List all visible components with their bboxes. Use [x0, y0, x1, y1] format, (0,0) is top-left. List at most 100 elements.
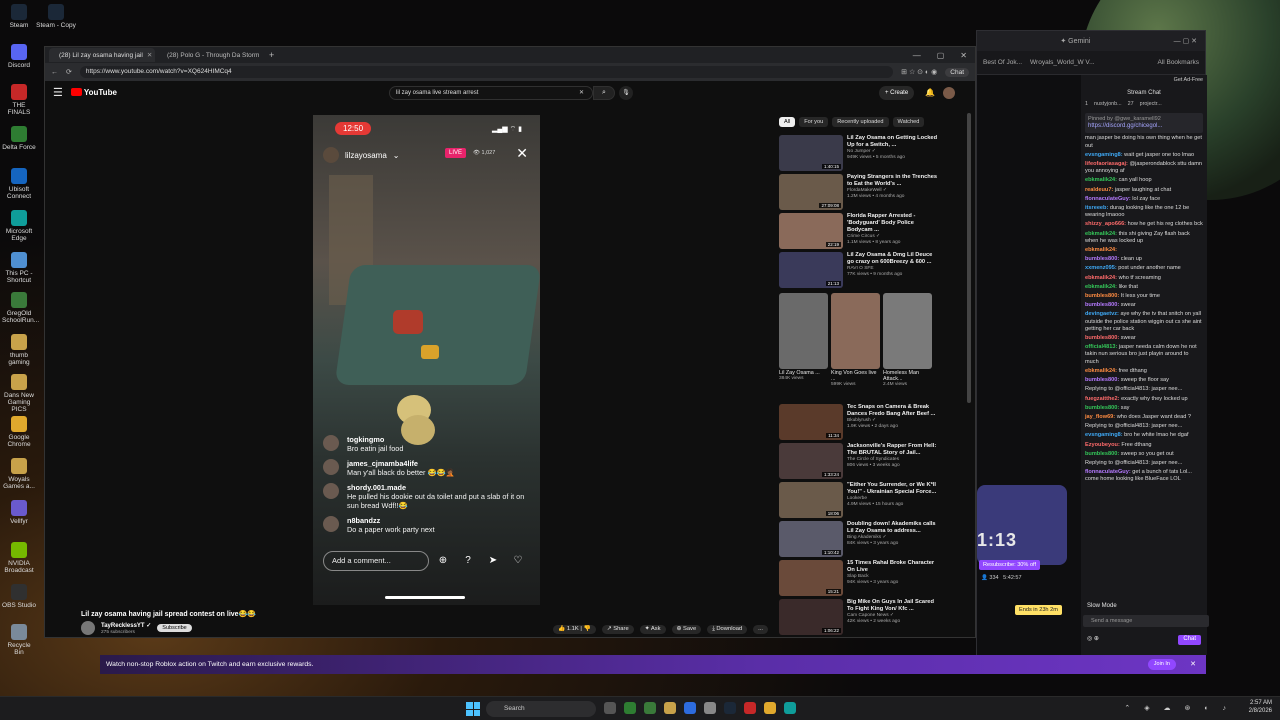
- desktop-icon[interactable]: Google Chrome: [2, 416, 36, 448]
- bookmark-1[interactable]: Best Of Jok...: [983, 59, 1022, 66]
- clear-search-icon[interactable]: ✕: [579, 87, 584, 99]
- desktop-icon[interactable]: NVIDIA Broadcast: [2, 542, 36, 574]
- close-icon[interactable]: ✕: [516, 145, 528, 162]
- download-button[interactable]: ⤓ Download: [707, 625, 748, 634]
- window-controls[interactable]: — ▢ ✕: [913, 51, 975, 60]
- steam-icon[interactable]: [724, 702, 736, 714]
- avatar[interactable]: [943, 87, 955, 99]
- video-thumbnail[interactable]: 1:40:15: [779, 135, 843, 171]
- chat-username[interactable]: jay_flow69:: [1085, 414, 1117, 420]
- chat-username[interactable]: ebkmalik24:: [1085, 247, 1117, 253]
- recommended-video[interactable]: 15:21 15 Times Rahal Broke Character On L…: [779, 560, 939, 596]
- back-icon[interactable]: ←: [51, 69, 58, 76]
- chip-for-you[interactable]: For you: [799, 117, 829, 127]
- taskbar-search[interactable]: Search: [486, 701, 596, 717]
- video-player[interactable]: 12:50 ▂▄▆ ⌔ ▮ lilzayosama ⌄ LIVE 👁 1,027 …: [313, 115, 540, 605]
- search-button[interactable]: ⌕: [593, 86, 615, 100]
- video-title[interactable]: Tec Snaps on Camera & Break Dances Fredo…: [847, 404, 939, 418]
- bell-icon[interactable]: 🔔: [925, 88, 935, 97]
- chat-username[interactable]: bumbles800:: [1085, 256, 1121, 262]
- video-title[interactable]: Florida Rapper Arrested - 'Bodyguard' Bo…: [847, 213, 939, 234]
- scrollbar[interactable]: [967, 113, 971, 403]
- search-input[interactable]: lil zay osama live stream arrest ✕: [389, 86, 593, 100]
- chat-username[interactable]: bumbles800:: [1085, 405, 1121, 411]
- video-thumbnail[interactable]: 11:34: [779, 404, 843, 440]
- clock[interactable]: 2:57 AM 2/8/2026: [1249, 699, 1272, 715]
- gemini-button[interactable]: ✦ Gemini: [1060, 37, 1090, 45]
- video-thumbnail[interactable]: 18:06: [779, 482, 843, 518]
- ask-button[interactable]: ✦ Ask: [639, 625, 666, 634]
- video-thumbnail[interactable]: 22:19: [779, 213, 843, 249]
- twitch-video[interactable]: 1:13 Resubscribe: 30% off 👤 334 5:42:57 …: [977, 75, 1081, 655]
- send-icon[interactable]: ➤: [486, 554, 500, 568]
- channel-name[interactable]: TayRecklessYT ✓: [101, 622, 151, 629]
- desktop-icon[interactable]: Woyals Games a...: [2, 458, 36, 490]
- video-title[interactable]: Paying Strangers in the Trenches to Eat …: [847, 174, 939, 188]
- desktop-icon[interactable]: This PC - Shortcut: [2, 252, 36, 284]
- close-icon[interactable]: ✕: [147, 51, 152, 59]
- points-icon[interactable]: ◎ ⊕: [1087, 636, 1099, 643]
- create-button[interactable]: + Create: [879, 86, 915, 100]
- youtube-logo[interactable]: YouTube: [70, 88, 117, 97]
- short-info[interactable]: King Von Goes live ... 599K views: [831, 370, 880, 387]
- desktop-icon[interactable]: Discord: [2, 44, 36, 69]
- recommended-video[interactable]: 22:19 Florida Rapper Arrested - 'Bodyguar…: [779, 213, 939, 249]
- recommended-video[interactable]: 21:13 Lil Zay Osama & Dmg Lil Deuce go cr…: [779, 252, 939, 288]
- video-thumbnail[interactable]: 15:21: [779, 560, 843, 596]
- video-thumbnail[interactable]: 1:10:42: [779, 521, 843, 557]
- browser-window[interactable]: (28) Lil zay osama having jail ✕ (28) Pol…: [44, 46, 976, 638]
- chat-username[interactable]: xxmenz095:: [1085, 265, 1118, 271]
- media-icon[interactable]: [624, 702, 636, 714]
- new-tab-button[interactable]: +: [269, 50, 274, 60]
- subscribe-button[interactable]: Subscribe: [157, 624, 192, 632]
- video-thumbnail[interactable]: 1:06:22: [779, 599, 843, 635]
- chat-username[interactable]: fuegzaitthe2:: [1085, 396, 1121, 402]
- desktop-icon[interactable]: OBS Studio: [2, 584, 36, 609]
- chat-username[interactable]: ebkmalik24:: [1085, 275, 1119, 281]
- chat-username[interactable]: flonnaculateGuy:: [1085, 196, 1132, 202]
- chat-username[interactable]: bumbles800:: [1085, 451, 1121, 457]
- chat-username[interactable]: ebkmalik24:: [1085, 231, 1119, 237]
- reload-icon[interactable]: ⟳: [66, 68, 72, 76]
- desktop-icon[interactable]: Vellfyr: [2, 500, 36, 525]
- recommended-video[interactable]: 18:06 "Either You Surrender, or We K*ll Y…: [779, 482, 939, 518]
- desktop-icon-steam-copy[interactable]: Steam - Copy: [36, 4, 76, 29]
- url-field[interactable]: https://www.youtube.com/watch?v=XQ624HIM…: [79, 66, 894, 78]
- twitch-window[interactable]: ✦ Gemini — ▢ ✕ Best Of Jok... Wroyals_Wo…: [976, 30, 1209, 655]
- video-title[interactable]: Doubling down! Akademiks calls Lil Zay O…: [847, 521, 939, 535]
- chip-all[interactable]: All: [779, 117, 796, 127]
- save-button[interactable]: ⊕ Save: [671, 625, 702, 634]
- chat-username[interactable]: flonnaculateGuy:: [1085, 469, 1132, 475]
- desktop-icon[interactable]: Microsoft Edge: [2, 210, 36, 242]
- chat-username[interactable]: ebkmalik24:: [1085, 177, 1119, 183]
- tab-active[interactable]: (28) Lil zay osama having jail ✕: [49, 48, 155, 62]
- browser-chat-button[interactable]: Chat: [945, 67, 969, 77]
- chat-username[interactable]: lifeofaoriasagaj:: [1085, 161, 1129, 167]
- video-title[interactable]: "Either You Surrender, or We K*ll You!" …: [847, 482, 939, 496]
- chip-watched[interactable]: Watched: [892, 117, 925, 127]
- mic-icon[interactable]: 🎙: [619, 86, 633, 100]
- chat-username[interactable]: shizzy_apo666:: [1085, 221, 1128, 227]
- short-info[interactable]: Homeless Man Attack... 2.4M views: [883, 370, 932, 387]
- chat-username[interactable]: ebkmalik24:: [1085, 368, 1119, 374]
- chrome-icon[interactable]: [764, 702, 776, 714]
- chat-username[interactable]: realdeuu7:: [1085, 187, 1115, 193]
- video-thumbnail[interactable]: 1:33:24: [779, 443, 843, 479]
- extensions-icons[interactable]: ⊞ ☆ ⊙ ◐ ◉: [901, 68, 937, 76]
- recommended-video[interactable]: 1:33:24 Jacksonville's Rapper From Hell: …: [779, 443, 939, 479]
- chat-username[interactable]: evsngaming8:: [1085, 152, 1124, 158]
- short-thumbnail[interactable]: [831, 293, 880, 369]
- all-bookmarks[interactable]: All Bookmarks: [1157, 59, 1199, 66]
- desktop-icon[interactable]: thumb gaming: [2, 334, 36, 366]
- join-in-button[interactable]: Join In: [1147, 659, 1176, 670]
- chat-username[interactable]: bumbles800:: [1085, 335, 1121, 341]
- edge-icon[interactable]: [784, 702, 796, 714]
- file-icon[interactable]: [604, 702, 616, 714]
- recommended-video[interactable]: 1:40:15 Lil Zay Osama on Getting Locked U…: [779, 135, 939, 171]
- chat-username[interactable]: official4813:: [1085, 344, 1119, 350]
- resubscribe-button[interactable]: Resubscribe: 30% off: [979, 560, 1041, 570]
- chat-username[interactable]: ebkmalik24:: [1085, 284, 1119, 290]
- pinned-message[interactable]: Pinned by @gwe_karamell92 https://discord…: [1085, 113, 1203, 134]
- chat-username[interactable]: bumbles800:: [1085, 377, 1121, 383]
- window-controls[interactable]: — ▢ ✕: [1174, 37, 1197, 45]
